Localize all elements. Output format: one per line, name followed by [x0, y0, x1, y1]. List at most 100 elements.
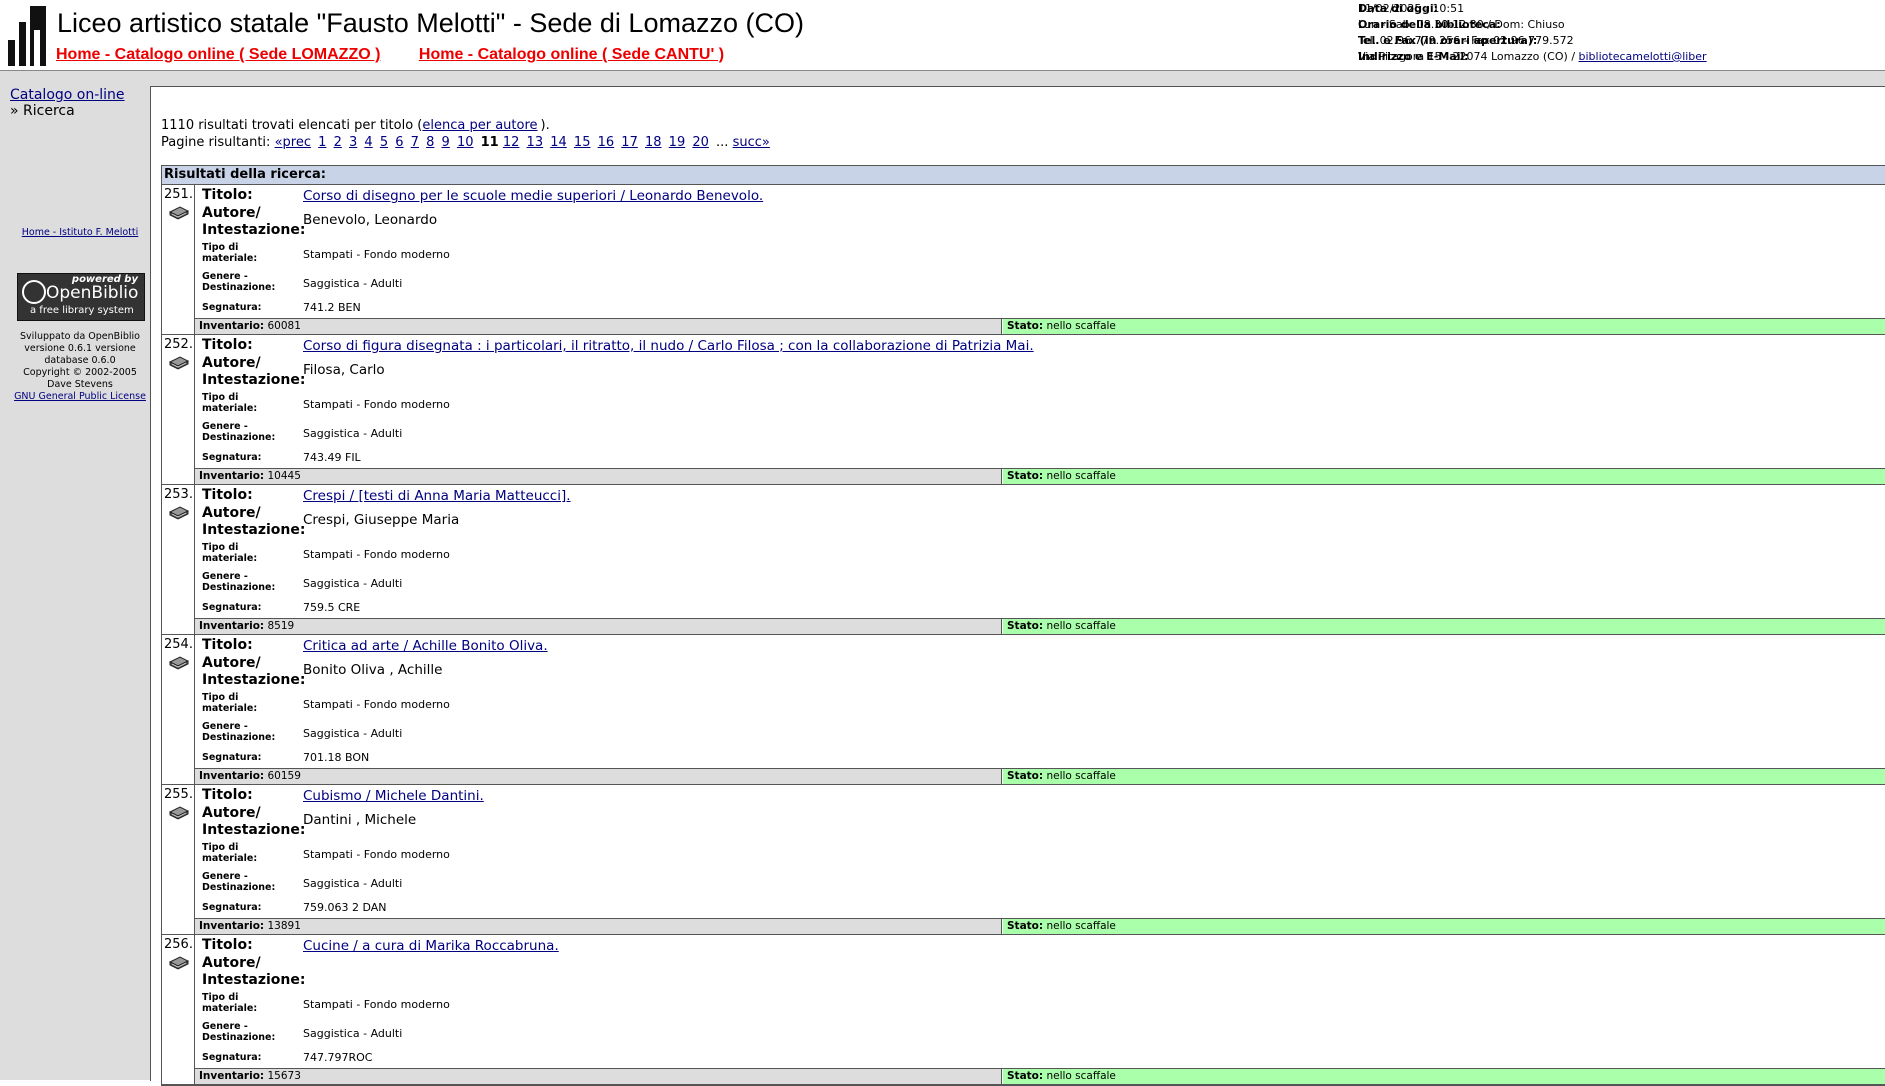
page-link[interactable]: 15: [574, 135, 591, 150]
author-label: Autore/ Intestazione:: [202, 505, 306, 538]
page-link[interactable]: 6: [395, 135, 403, 150]
home-istituto-link[interactable]: Home - Istituto F. Melotti: [22, 227, 139, 238]
page-link[interactable]: 16: [598, 135, 615, 150]
results-table: Risultati della ricerca: 251. Titolo: Co…: [161, 165, 1885, 1086]
author-value: Benevolo, Leonardo: [303, 212, 438, 228]
segnatura-label: Segnatura:: [202, 302, 262, 313]
page-link[interactable]: 9: [442, 135, 450, 150]
inventory-label: Inventario:: [199, 1070, 265, 1082]
results-header: Risultati della ricerca:: [162, 166, 1885, 185]
page-link[interactable]: 1: [318, 135, 326, 150]
title-link[interactable]: Corso di figura disegnata : i particolar…: [303, 338, 1034, 354]
info-row-date: Data di oggi: 11/02/2025 - 10:51: [1358, 1, 1707, 17]
next-page-link[interactable]: succ»: [733, 135, 770, 150]
title-label: Titolo:: [202, 937, 253, 953]
results-count-end: ).: [540, 118, 550, 133]
title-link[interactable]: Cucine / a cura di Marika Roccabruna.: [303, 938, 559, 954]
genere-label: Genere - Destinazione:: [202, 721, 276, 743]
page-link[interactable]: 20: [692, 135, 709, 150]
status-label: Stato:: [1007, 770, 1044, 782]
page-link[interactable]: 13: [527, 135, 544, 150]
record-number-cell: 254.: [162, 635, 195, 784]
page-link[interactable]: 12: [503, 135, 520, 150]
sidebar-item-catalogo[interactable]: Catalogo on-line: [10, 87, 125, 103]
genere-label: Genere - Destinazione:: [202, 1021, 276, 1043]
home-link-cantu[interactable]: Home - Catalogo online ( Sede CANTU' ): [419, 46, 724, 63]
genere-value: Saggistica - Adulti: [303, 577, 403, 590]
page-link[interactable]: 2: [334, 135, 342, 150]
title-value: Cucine / a cura di Marika Roccabruna.: [303, 938, 559, 954]
home-link-lomazzo[interactable]: Home - Catalogo online ( Sede LOMAZZO ): [56, 46, 380, 63]
genere-value: Saggistica - Adulti: [303, 727, 403, 740]
page-link[interactable]: 5: [380, 135, 388, 150]
status-label: Stato:: [1007, 320, 1044, 332]
inventory-value: 8519: [267, 620, 295, 632]
record-footer: Inventario: 13891 Stato: nello scaffale: [195, 918, 1885, 934]
title-link[interactable]: Crespi / [testi di Anna Maria Matteucci]…: [303, 488, 571, 504]
home-links: Home - Catalogo online ( Sede LOMAZZO ) …: [56, 46, 758, 64]
page-link[interactable]: 8: [426, 135, 434, 150]
inventory-label: Inventario:: [199, 470, 265, 482]
prev-page-link[interactable]: «prec: [275, 135, 311, 150]
license-link[interactable]: GNU General Public License: [14, 391, 146, 402]
title-value: Cubismo / Michele Dantini.: [303, 788, 484, 804]
author-label: Autore/ Intestazione:: [202, 805, 306, 838]
status-cell: Stato: nello scaffale: [1003, 319, 1885, 334]
tipo-label: Tipo di materiale:: [202, 392, 258, 414]
records-list: 251. Titolo: Corso di disegno per le scu…: [162, 185, 1885, 1085]
inventory-cell: Inventario: 10445: [195, 469, 1002, 484]
result-record: 254. Titolo: Critica ad arte / Achille B…: [162, 635, 1885, 785]
inventory-cell: Inventario: 60159: [195, 769, 1002, 784]
title-label: Titolo:: [202, 637, 253, 653]
page-link[interactable]: 10: [457, 135, 474, 150]
tipo-value: Stampati - Fondo moderno: [303, 848, 450, 861]
tipo-label: Tipo di materiale:: [202, 692, 258, 714]
page-link[interactable]: 4: [364, 135, 372, 150]
credit-line: versione 0.6.1 versione: [24, 343, 136, 354]
page-header: Liceo artistico statale "Fausto Melotti"…: [0, 0, 1885, 71]
sort-by-author-link[interactable]: elenca per autore: [422, 118, 537, 133]
status-label: Stato:: [1007, 470, 1044, 482]
inventory-label: Inventario:: [199, 770, 265, 782]
pages-ellipsis: ...: [716, 135, 729, 150]
inventory-value: 10445: [267, 470, 301, 482]
title-link[interactable]: Cubismo / Michele Dantini.: [303, 788, 484, 804]
inventory-value: 60159: [267, 770, 301, 782]
title-link[interactable]: Critica ad arte / Achille Bonito Oliva.: [303, 638, 548, 654]
tipo-value: Stampati - Fondo moderno: [303, 398, 450, 411]
page-link[interactable]: 19: [669, 135, 686, 150]
record-footer: Inventario: 10445 Stato: nello scaffale: [195, 468, 1885, 484]
page-link[interactable]: 7: [411, 135, 419, 150]
record-number-cell: 256.: [162, 935, 195, 1084]
segnatura-label: Segnatura:: [202, 752, 262, 763]
record-number: 251.: [164, 187, 193, 202]
openbiblio-logo[interactable]: powered by OpenBiblio a free library sys…: [17, 273, 145, 321]
email-link[interactable]: bibliotecamelotti@liber: [1579, 50, 1707, 63]
result-record: 255. Titolo: Cubismo / Michele Dantini. …: [162, 785, 1885, 935]
record-number: 252.: [164, 337, 193, 352]
page-link[interactable]: 3: [349, 135, 357, 150]
genere-value: Saggistica - Adulti: [303, 277, 403, 290]
status-cell: Stato: nello scaffale: [1003, 919, 1885, 934]
page-link[interactable]: 18: [645, 135, 662, 150]
status-value: nello scaffale: [1046, 620, 1116, 632]
result-record: 256. Titolo: Cucine / a cura di Marika R…: [162, 935, 1885, 1085]
page-link[interactable]: 14: [550, 135, 567, 150]
status-value: nello scaffale: [1046, 770, 1116, 782]
page-link[interactable]: 17: [621, 135, 638, 150]
book-icon: [169, 806, 189, 820]
segnatura-value: 759.063 2 DAN: [303, 901, 387, 914]
status-value: nello scaffale: [1046, 1070, 1116, 1082]
record-footer: Inventario: 60159 Stato: nello scaffale: [195, 768, 1885, 784]
record-footer: Inventario: 60081 Stato: nello scaffale: [195, 318, 1885, 334]
info-row-phone: Tel. e Fax (in orari apertura): Tel. 02.9…: [1358, 33, 1707, 49]
results-summary: 1110 risultati trovati elencati per tito…: [161, 117, 773, 151]
author-label: Autore/ Intestazione:: [202, 355, 306, 388]
inventory-cell: Inventario: 60081: [195, 319, 1002, 334]
pagination: Pagine risultanti: «prec 1 2 3 4 5 6 7 8…: [161, 134, 773, 151]
status-cell: Stato: nello scaffale: [1003, 1069, 1885, 1084]
openbiblio-name: OpenBiblio: [46, 283, 139, 303]
title-link[interactable]: Corso di disegno per le scuole medie sup…: [303, 188, 763, 204]
inventory-cell: Inventario: 15673: [195, 1069, 1002, 1084]
inventory-label: Inventario:: [199, 620, 265, 632]
